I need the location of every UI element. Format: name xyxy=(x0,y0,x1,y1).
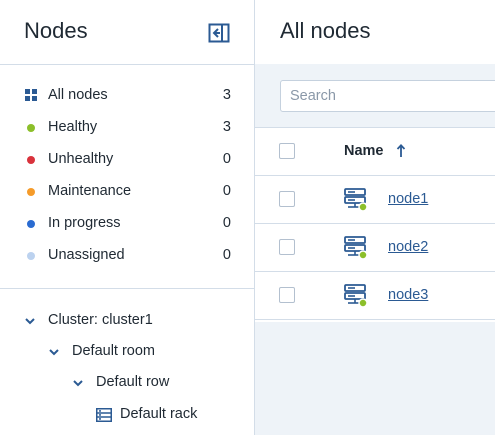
chevron-down-icon xyxy=(25,318,35,325)
filter-count: 0 xyxy=(222,151,231,167)
main-header: All nodes xyxy=(255,0,495,64)
filter-maintenance[interactable]: Maintenance 0 xyxy=(0,176,254,208)
column-header-name[interactable]: Name xyxy=(344,143,384,159)
search-input[interactable] xyxy=(280,80,495,112)
sidebar-title: Nodes xyxy=(24,18,88,43)
tree-item-cluster[interactable]: Cluster: cluster1 xyxy=(24,308,244,336)
filter-unassigned[interactable]: Unassigned 0 xyxy=(0,240,254,272)
tree-item-label: Default room xyxy=(72,343,156,359)
tree-item-label: Default row xyxy=(96,374,170,390)
server-node-icon xyxy=(344,188,368,212)
table-row[interactable]: node3 xyxy=(255,272,495,320)
filter-label: Unhealthy xyxy=(48,151,114,167)
filter-count: 3 xyxy=(222,119,231,135)
page-title: All nodes xyxy=(280,18,371,43)
filter-label: Unassigned xyxy=(48,247,125,263)
filter-label: Healthy xyxy=(48,119,98,135)
divider xyxy=(0,64,254,65)
server-node-icon xyxy=(344,236,368,260)
select-all-checkbox[interactable] xyxy=(279,143,295,159)
status-dot-icon xyxy=(27,156,35,164)
node-name-link[interactable]: node1 xyxy=(388,191,428,207)
main-panel: All nodes Name node1 xyxy=(255,0,495,435)
status-dot-icon xyxy=(27,124,35,132)
tree-item-label: Cluster: cluster1 xyxy=(48,312,153,328)
divider xyxy=(0,288,254,289)
status-dot-icon xyxy=(27,252,35,260)
filter-label: In progress xyxy=(48,215,121,231)
filter-label: All nodes xyxy=(48,87,108,103)
rack-icon xyxy=(96,408,112,422)
filter-count: 0 xyxy=(222,183,231,199)
grid-icon xyxy=(25,89,37,101)
sidebar-header: Nodes xyxy=(0,0,254,64)
tree-item-label: Default rack xyxy=(120,406,198,422)
server-node-icon xyxy=(344,284,368,308)
row-checkbox[interactable] xyxy=(279,287,295,303)
row-checkbox[interactable] xyxy=(279,191,295,207)
table-header-row: Name xyxy=(255,128,495,176)
tree-item-row[interactable]: Default row xyxy=(72,370,244,398)
tree-item-room[interactable]: Default room xyxy=(48,339,244,367)
chevron-down-icon xyxy=(73,380,83,387)
node-name-link[interactable]: node3 xyxy=(388,287,428,303)
collapse-sidebar-button[interactable] xyxy=(207,21,231,45)
table-row[interactable]: node1 xyxy=(255,176,495,224)
arrow-up-icon[interactable] xyxy=(396,144,406,158)
filter-label: Maintenance xyxy=(48,183,132,199)
nodes-table: Name node1 node2 node3 xyxy=(255,127,495,322)
filter-count: 0 xyxy=(222,215,231,231)
status-dot-icon xyxy=(27,220,35,228)
table-row[interactable]: node2 xyxy=(255,224,495,272)
filter-in-progress[interactable]: In progress 0 xyxy=(0,208,254,240)
filter-count: 0 xyxy=(222,247,231,263)
node-name-link[interactable]: node2 xyxy=(388,239,428,255)
row-checkbox[interactable] xyxy=(279,239,295,255)
filter-unhealthy[interactable]: Unhealthy 0 xyxy=(0,144,254,176)
sidebar: Nodes All nodes 3 Healthy 3 Unhealthy 0 xyxy=(0,0,255,435)
status-dot-icon xyxy=(27,188,35,196)
filter-healthy[interactable]: Healthy 3 xyxy=(0,112,254,144)
filter-all-nodes[interactable]: All nodes 3 xyxy=(0,80,254,112)
collapse-panel-icon xyxy=(208,23,230,43)
filter-count: 3 xyxy=(222,87,231,103)
tree-item-rack[interactable]: Default rack xyxy=(96,402,244,430)
chevron-down-icon xyxy=(49,349,59,356)
